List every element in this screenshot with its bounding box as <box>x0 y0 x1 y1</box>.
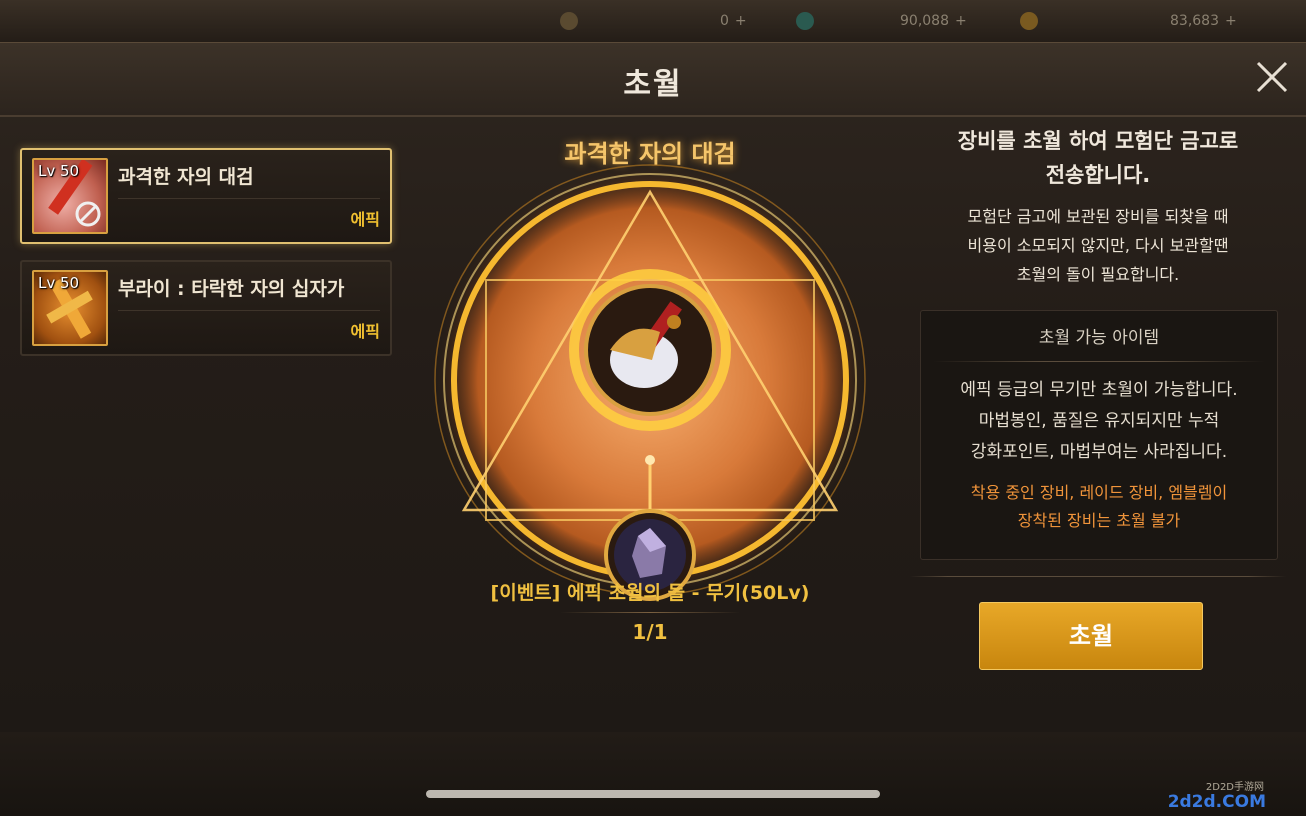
divider <box>910 576 1286 577</box>
eligible-items-warning: 착용 중인 장비, 레이드 장비, 엠블렘이 장착된 장비는 초월 불가 <box>970 483 1228 530</box>
eligible-items-box: 초월 가능 아이템 에픽 등급의 무기만 초월이 가능합니다. 마법봉인, 품질… <box>920 310 1278 560</box>
description-title: 장비를 초월 하여 모험단 금고로 전송합니다. <box>957 129 1239 187</box>
bottom-area <box>0 732 1306 816</box>
item-level: Lv 50 <box>38 274 80 292</box>
watermark: 2d2d.COM <box>1167 792 1266 812</box>
item-name: 과격한 자의 대검 <box>118 166 254 188</box>
gold-resource[interactable] <box>1020 10 1038 32</box>
close-icon <box>1256 61 1288 93</box>
item-name: 부라이 : 타락한 자의 십자가 <box>118 278 345 300</box>
modal-title: 초월 <box>623 67 683 102</box>
item-level: Lv 50 <box>38 162 80 180</box>
eligible-items-body: 에픽 등급의 무기만 초월이 가능합니다. 마법봉인, 품질은 유지되지만 누적… <box>960 380 1238 462</box>
gem-icon <box>796 12 814 30</box>
gold-icon <box>1020 12 1038 30</box>
gold-value: 83,683 + <box>1170 13 1237 29</box>
cross-icon: Lv 50 <box>32 270 108 346</box>
resource-bar: 0 + 90,088 + 83,683 + <box>0 0 1306 42</box>
transcend-button[interactable]: 초월 <box>979 602 1203 670</box>
description-subtitle: 모험단 금고에 보관된 장비를 되찾을 때 비용이 소모되지 않지만, 다시 보… <box>967 207 1229 284</box>
stone-count: 1/1 <box>632 620 668 644</box>
stone-name: [이벤트] 에픽 초월의 돌 - 무기(50Lv) <box>490 582 810 604</box>
selected-item-title: 과격한 자의 대검 <box>564 140 736 168</box>
gem-resource[interactable] <box>796 10 814 32</box>
divider <box>933 361 1265 362</box>
item-card-cross[interactable]: Lv 50 부라이 : 타락한 자의 십자가 에픽 <box>20 260 392 356</box>
divider <box>118 198 380 199</box>
watermark-subtext: 2D2D手游网 <box>1205 782 1264 793</box>
moon-resource[interactable] <box>560 10 578 32</box>
magic-circle <box>434 164 866 601</box>
item-grade: 에픽 <box>350 322 380 341</box>
moon-value: 0 + <box>720 13 747 29</box>
close-button[interactable] <box>1252 57 1292 97</box>
moon-icon <box>560 12 578 30</box>
divider <box>560 612 740 613</box>
divider <box>118 310 380 311</box>
home-indicator[interactable] <box>426 790 880 798</box>
eligible-items-title: 초월 가능 아이템 <box>1038 328 1160 348</box>
greatsword-icon: Lv 50 <box>32 158 108 234</box>
gem-value: 90,088 + <box>900 13 967 29</box>
modal-header: 초월 <box>0 43 1306 117</box>
item-grade: 에픽 <box>350 210 380 229</box>
item-card-greatsword[interactable]: Lv 50 과격한 자의 대검 에픽 <box>20 148 392 244</box>
